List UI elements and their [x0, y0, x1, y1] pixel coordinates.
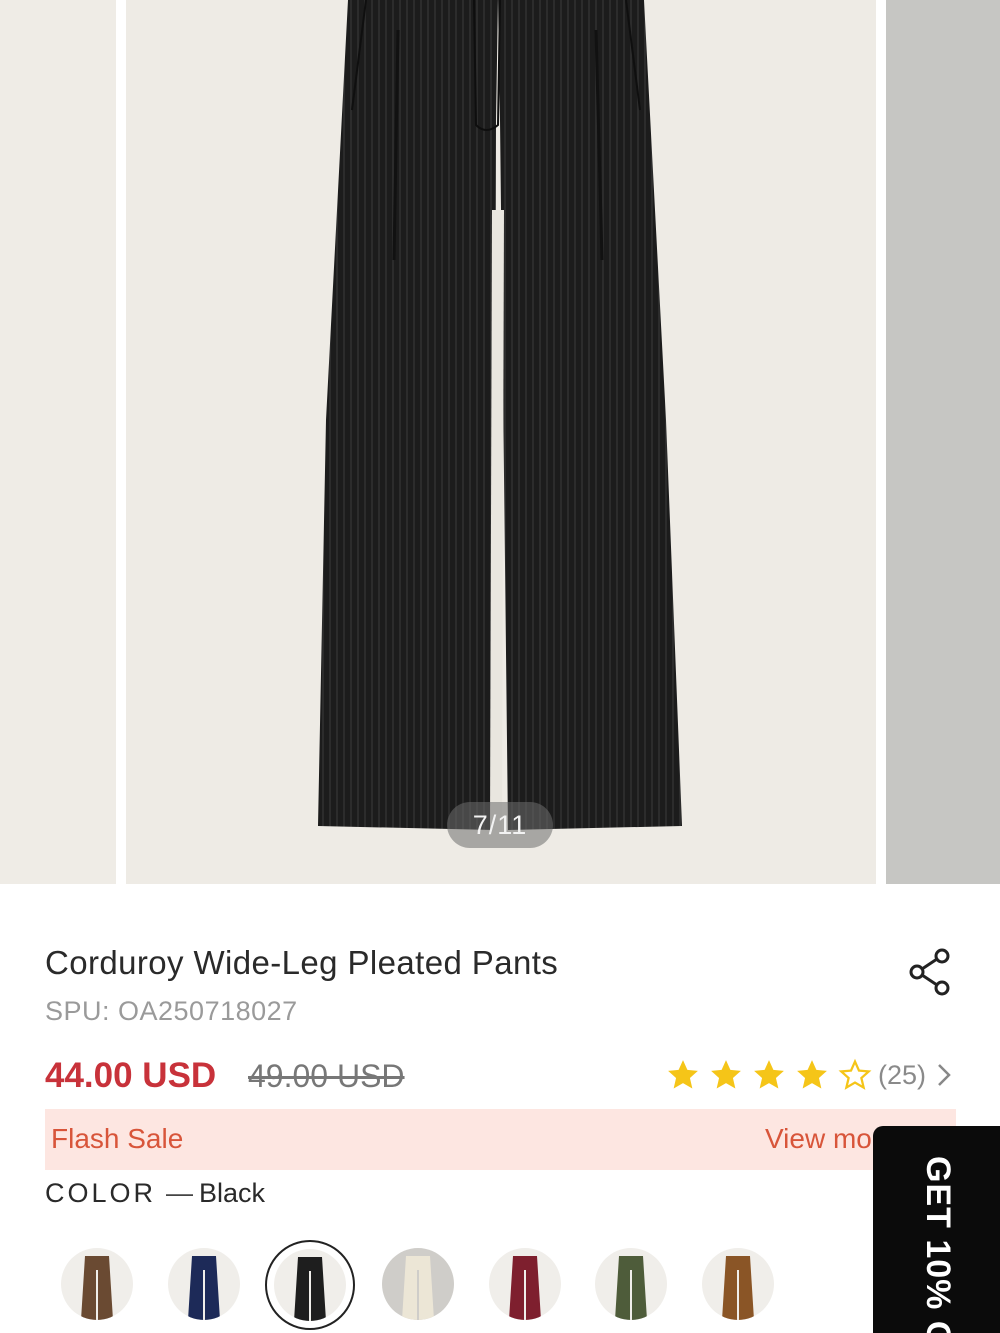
swatch-burgundy-thumb	[509, 1256, 541, 1320]
swatch-black-inner	[274, 1249, 346, 1321]
swatch-olive[interactable]	[595, 1248, 667, 1320]
star-icon	[797, 1060, 827, 1089]
previous-image-peek[interactable]	[0, 0, 116, 884]
star-outline-icon	[838, 1058, 872, 1090]
pants-illustration	[318, 0, 682, 831]
swatch-navy[interactable]	[168, 1248, 240, 1320]
color-label: COLOR	[45, 1178, 157, 1208]
color-separator: —	[166, 1178, 194, 1208]
image-counter: 7/11	[447, 802, 553, 848]
swatch-cream[interactable]	[382, 1248, 454, 1320]
swatch-black-thumb	[294, 1257, 326, 1321]
swatch-cream-thumb	[402, 1256, 434, 1320]
swatch-navy-thumb	[188, 1256, 220, 1320]
discount-promo-tab[interactable]: GET 10% OFF	[873, 1126, 1000, 1333]
color-selector-label: COLOR — Black	[45, 1178, 265, 1209]
swatch-camel[interactable]	[702, 1248, 774, 1320]
color-swatches	[0, 1238, 1000, 1333]
share-button[interactable]	[908, 948, 954, 996]
original-price: 49.00 USD	[248, 1058, 405, 1094]
star-icon	[754, 1060, 784, 1089]
promo-text: GET 10% OFF	[919, 1156, 957, 1333]
star-icon	[668, 1060, 698, 1089]
swatch-burgundy[interactable]	[489, 1248, 561, 1320]
share-icon	[909, 948, 950, 996]
next-image-peek[interactable]	[886, 0, 1000, 884]
product-spu: SPU: OA250718027	[45, 996, 298, 1026]
review-count: (25)	[878, 1059, 927, 1090]
swatch-olive-thumb	[615, 1256, 647, 1320]
rating-summary[interactable]: (25)	[666, 1055, 954, 1095]
swatch-camel-thumb	[722, 1256, 754, 1320]
selected-color-name: Black	[199, 1178, 266, 1208]
product-image[interactable]	[126, 0, 876, 884]
star-icon	[711, 1060, 741, 1089]
product-title: Corduroy Wide-Leg Pleated Pants	[45, 944, 559, 981]
flash-sale-label: Flash Sale	[51, 1123, 184, 1154]
chevron-right-icon	[938, 1064, 951, 1086]
product-image-gallery[interactable]: 7/11	[0, 0, 1000, 884]
flash-sale-banner[interactable]: Flash Sale View more	[45, 1109, 956, 1170]
swatch-brown[interactable]	[61, 1248, 133, 1320]
swatch-black[interactable]	[265, 1240, 355, 1330]
sale-price: 44.00 USD	[45, 1056, 217, 1095]
swatch-brown-thumb	[81, 1256, 113, 1320]
